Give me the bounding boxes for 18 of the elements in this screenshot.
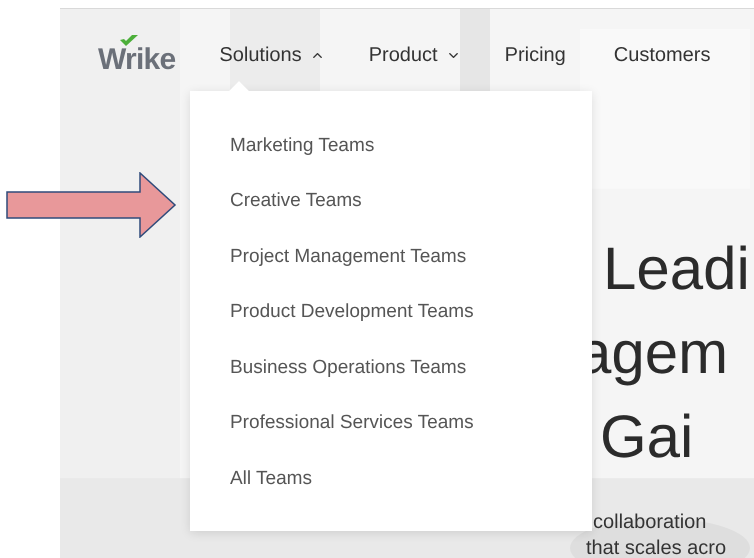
menu-item[interactable]: Creative Teams xyxy=(230,187,362,216)
nav-item[interactable]: Product xyxy=(368,40,461,70)
nav-item[interactable]: Pricing xyxy=(504,40,566,70)
arrow-icon xyxy=(6,172,176,238)
menu-item[interactable]: All Teams xyxy=(230,464,312,493)
hero-headline: Leadi xyxy=(603,234,750,304)
checkmark-icon xyxy=(120,35,138,47)
menu-item[interactable]: Product Development Teams xyxy=(230,298,474,326)
hero-subtitle: that scales acro xyxy=(586,536,726,558)
menu-item[interactable]: Marketing Teams xyxy=(230,132,374,160)
wrike-logo[interactable]: Wrike xyxy=(98,35,176,75)
hero-subtitle: collaboration xyxy=(593,510,706,535)
nav-item[interactable]: Solutions xyxy=(219,40,325,70)
hero-headline: Gai xyxy=(600,402,694,472)
menu-item[interactable]: Project Management Teams xyxy=(230,242,466,271)
nav-item[interactable]: Customers xyxy=(614,40,710,70)
menu-item[interactable]: Business Operations Teams xyxy=(230,354,466,382)
menu-item[interactable]: Professional Services Teams xyxy=(230,409,474,438)
